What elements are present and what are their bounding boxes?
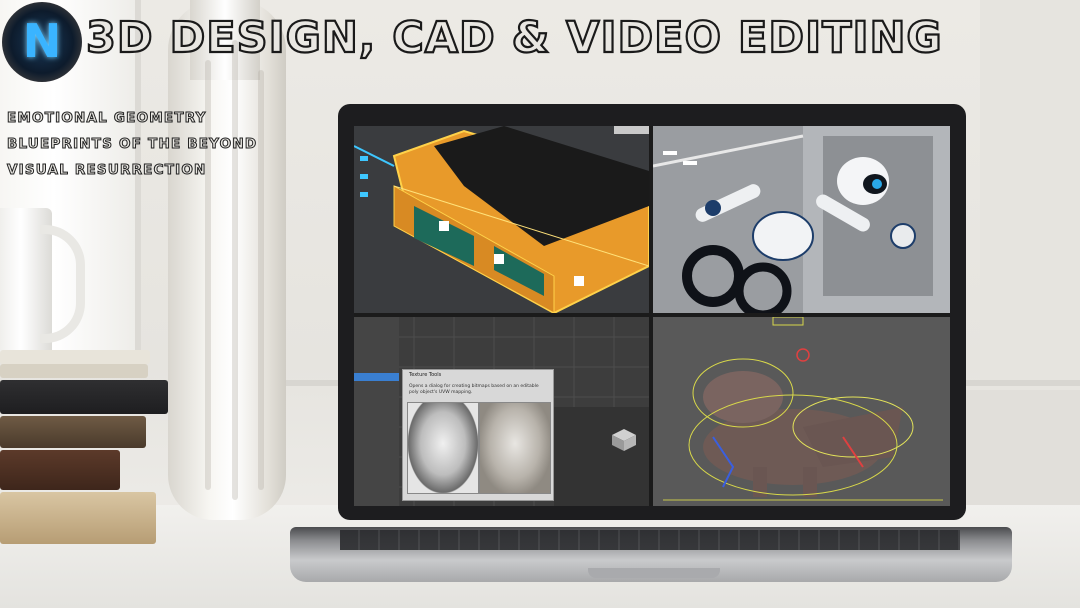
texture-tools-description: Opens a dialog for creating bitmaps base… — [409, 384, 539, 395]
book — [0, 350, 150, 364]
uv-texture-image — [479, 402, 551, 494]
robot-render-view — [653, 126, 950, 313]
laptop-keyboard — [340, 530, 960, 550]
head-model-image — [407, 402, 479, 494]
vase-fold — [258, 70, 264, 490]
dragon-rig-view — [653, 317, 950, 506]
logo-letter: N — [22, 14, 62, 68]
cad-building-view — [354, 126, 649, 313]
book — [0, 380, 168, 414]
cad-building-drawing — [354, 126, 649, 313]
background-photo: Texture Tools Opens a dialog for creatin… — [0, 0, 1080, 608]
wall-panel — [980, 0, 1080, 380]
tagline: BLUEPRINTS OF THE BEYOND — [6, 136, 258, 153]
texture-tools-view: Texture Tools Opens a dialog for creatin… — [354, 317, 649, 506]
wall-lower-panel — [965, 390, 1080, 505]
book — [0, 492, 156, 544]
vase-fold — [232, 40, 238, 500]
page-title: 3D DESIGN, CAD & VIDEO EDITING — [85, 12, 943, 64]
robot-render — [653, 126, 950, 313]
book — [0, 416, 146, 448]
laptop-trackpad-notch — [588, 568, 720, 578]
texture-tools-tooltip: Texture Tools Opens a dialog for creatin… — [402, 369, 554, 501]
screen-divider — [354, 313, 950, 317]
dragon-model — [653, 317, 950, 506]
book — [0, 450, 120, 490]
texture-tools-title: Texture Tools — [409, 372, 442, 378]
tagline: VISUAL RESURRECTION — [7, 162, 207, 179]
book — [0, 364, 148, 378]
tagline: EMOTIONAL GEOMETRY — [7, 110, 207, 127]
laptop-screen: Texture Tools Opens a dialog for creatin… — [354, 126, 950, 506]
